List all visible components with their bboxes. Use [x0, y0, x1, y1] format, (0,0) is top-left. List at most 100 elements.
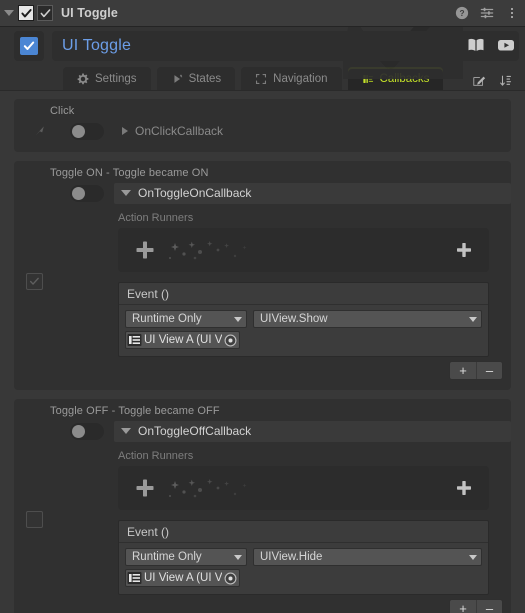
component-banner-row: UI Toggle: [0, 27, 525, 65]
toggle-off-object-field[interactable]: UI View A (UI V: [125, 569, 241, 587]
chevron-down-icon: [234, 554, 242, 560]
click-callback-name: OnClickCallback: [135, 124, 224, 138]
book-icon[interactable]: [467, 36, 485, 54]
navigation-icon: [256, 73, 267, 85]
checkmark-icon: [40, 8, 50, 17]
toggle-on-add-event-button[interactable]: +: [450, 362, 476, 379]
click-callback-switch[interactable]: [70, 122, 104, 140]
cursor-pointer-icon: [30, 124, 50, 138]
chevron-down-icon: [469, 316, 477, 322]
toggle-on-event-mode-value: Runtime Only: [132, 313, 202, 325]
section-toggle-off: Toggle OFF - Toggle became OFF OnToggleO…: [14, 399, 511, 613]
toggle-off-gutter-checkbox[interactable]: [26, 511, 43, 528]
sort-icon[interactable]: [499, 74, 513, 88]
inspector-header: UI Toggle ?: [0, 0, 525, 27]
toggle-off-runners-box[interactable]: [118, 466, 489, 510]
toggle-on-callback-name: OnToggleOnCallback: [138, 186, 252, 200]
toggle-off-event-method-value: UIView.Hide: [260, 551, 323, 563]
toggle-off-object-row: UI View A (UI V: [119, 566, 488, 590]
component-enable-toggle[interactable]: [14, 31, 44, 61]
component-banner: UI Toggle Settings States Navigation Cal…: [0, 27, 525, 91]
add-runner-icon[interactable]: [455, 241, 473, 259]
sparkles-decoration-icon: [168, 241, 247, 260]
section-toggle-off-row: OnToggleOffCallback: [14, 420, 511, 442]
tab-states-label: States: [188, 73, 222, 85]
toggle-on-object-field[interactable]: UI View A (UI V: [125, 331, 241, 349]
gameobject-active-checkbox[interactable]: [37, 5, 53, 21]
toggle-on-event-mode-dropdown[interactable]: Runtime Only: [125, 310, 247, 328]
chevron-down-icon: [234, 316, 242, 322]
svg-text:?: ?: [459, 8, 464, 18]
section-click: Click OnClickCallback: [14, 99, 511, 152]
tab-settings[interactable]: Settings: [63, 67, 151, 90]
tab-navigation[interactable]: Navigation: [241, 67, 342, 90]
chevron-down-icon[interactable]: [121, 190, 131, 196]
chevron-down-icon[interactable]: [121, 428, 131, 434]
object-picker-icon[interactable]: [224, 572, 237, 585]
toggle-off-event-mode-dropdown[interactable]: Runtime Only: [125, 548, 247, 566]
help-icon[interactable]: ?: [455, 6, 469, 20]
toggle-off-callback-name: OnToggleOffCallback: [138, 424, 252, 438]
tab-bar: Settings States Navigation Callbacks: [0, 65, 525, 90]
plus-icon[interactable]: [134, 477, 156, 499]
toggle-on-event-header: Event (): [119, 283, 488, 305]
toggle-off-event-method-dropdown[interactable]: UIView.Hide: [253, 548, 482, 566]
preset-sliders-icon[interactable]: [480, 6, 494, 20]
edit-pencil-icon[interactable]: [472, 74, 486, 88]
toggle-off-event-row: Runtime Only UIView.Hide: [119, 543, 488, 566]
toggle-off-add-event-button[interactable]: +: [450, 600, 476, 613]
toggle-off-runners-label: Action Runners: [118, 450, 194, 462]
play-state-icon: [173, 74, 182, 83]
tab-states[interactable]: States: [156, 67, 236, 90]
callbacks-icon: [362, 75, 373, 83]
section-toggle-on-row: OnToggleOnCallback: [14, 182, 511, 204]
switch-knob: [72, 424, 85, 438]
toggle-on-runners-box[interactable]: [118, 228, 489, 272]
toggle-off-event-mode-value: Runtime Only: [132, 551, 202, 563]
foldout-triangle-icon[interactable]: [4, 10, 14, 16]
chevron-right-icon[interactable]: [122, 127, 128, 135]
toggle-on-callback-row[interactable]: OnToggleOnCallback: [114, 182, 511, 204]
toggle-off-event-buttons: + –: [14, 595, 511, 613]
section-click-row: OnClickCallback: [14, 120, 511, 142]
plus-icon[interactable]: [134, 239, 156, 261]
toggle-on-object-value: UI View A (UI V: [144, 334, 223, 346]
toggle-on-gutter-checkbox[interactable]: [26, 273, 43, 290]
component-name: UI Toggle: [62, 37, 132, 54]
toggle-on-remove-event-button[interactable]: –: [476, 362, 502, 379]
toggle-off-event-block: Event () Runtime Only UIView.Hide UI Vie…: [118, 520, 489, 595]
section-click-title: Click: [50, 105, 75, 117]
component-enable-checkbox: [20, 37, 38, 55]
component-name-bar: UI Toggle: [52, 31, 519, 61]
toggle-on-callback-switch[interactable]: [70, 184, 104, 202]
tab-callbacks[interactable]: Callbacks: [347, 67, 444, 90]
toggle-on-event-buttons: + –: [14, 357, 511, 382]
kebab-menu-icon[interactable]: [505, 8, 519, 18]
toggle-on-event-method-dropdown[interactable]: UIView.Show: [253, 310, 482, 328]
tab-callbacks-label: Callbacks: [379, 73, 430, 85]
add-runner-icon[interactable]: [455, 479, 473, 497]
sparkles-decoration-icon: [168, 479, 247, 498]
gear-icon: [77, 73, 89, 85]
object-picker-icon[interactable]: [224, 334, 237, 347]
toggle-on-event-row: Runtime Only UIView.Show: [119, 305, 488, 328]
callbacks-body: Click OnClickCallback Toggle ON - Toggle…: [0, 91, 525, 613]
youtube-icon[interactable]: [497, 36, 515, 54]
component-enabled-checkbox[interactable]: [18, 5, 34, 21]
toggle-on-object-row: UI View A (UI V: [119, 328, 488, 352]
banner-action-icons: [467, 36, 515, 54]
toggle-off-callback-switch[interactable]: [70, 422, 104, 440]
page-title: UI Toggle: [61, 6, 118, 20]
toggle-off-remove-event-button[interactable]: –: [476, 600, 502, 613]
section-toggle-on-title: Toggle ON - Toggle became ON: [50, 167, 209, 179]
toggle-on-event-method-value: UIView.Show: [260, 313, 328, 325]
toggle-off-event-header: Event (): [119, 521, 488, 543]
toggle-off-callback-row[interactable]: OnToggleOffCallback: [114, 420, 511, 442]
checkmark-icon: [29, 277, 39, 285]
checkmark-icon: [23, 41, 35, 50]
toggle-off-object-value: UI View A (UI V: [144, 572, 223, 584]
toggle-on-runners-label: Action Runners: [118, 212, 194, 224]
tab-bar-actions: [472, 74, 513, 88]
switch-knob: [72, 186, 85, 200]
click-callback-row[interactable]: OnClickCallback: [114, 121, 511, 142]
